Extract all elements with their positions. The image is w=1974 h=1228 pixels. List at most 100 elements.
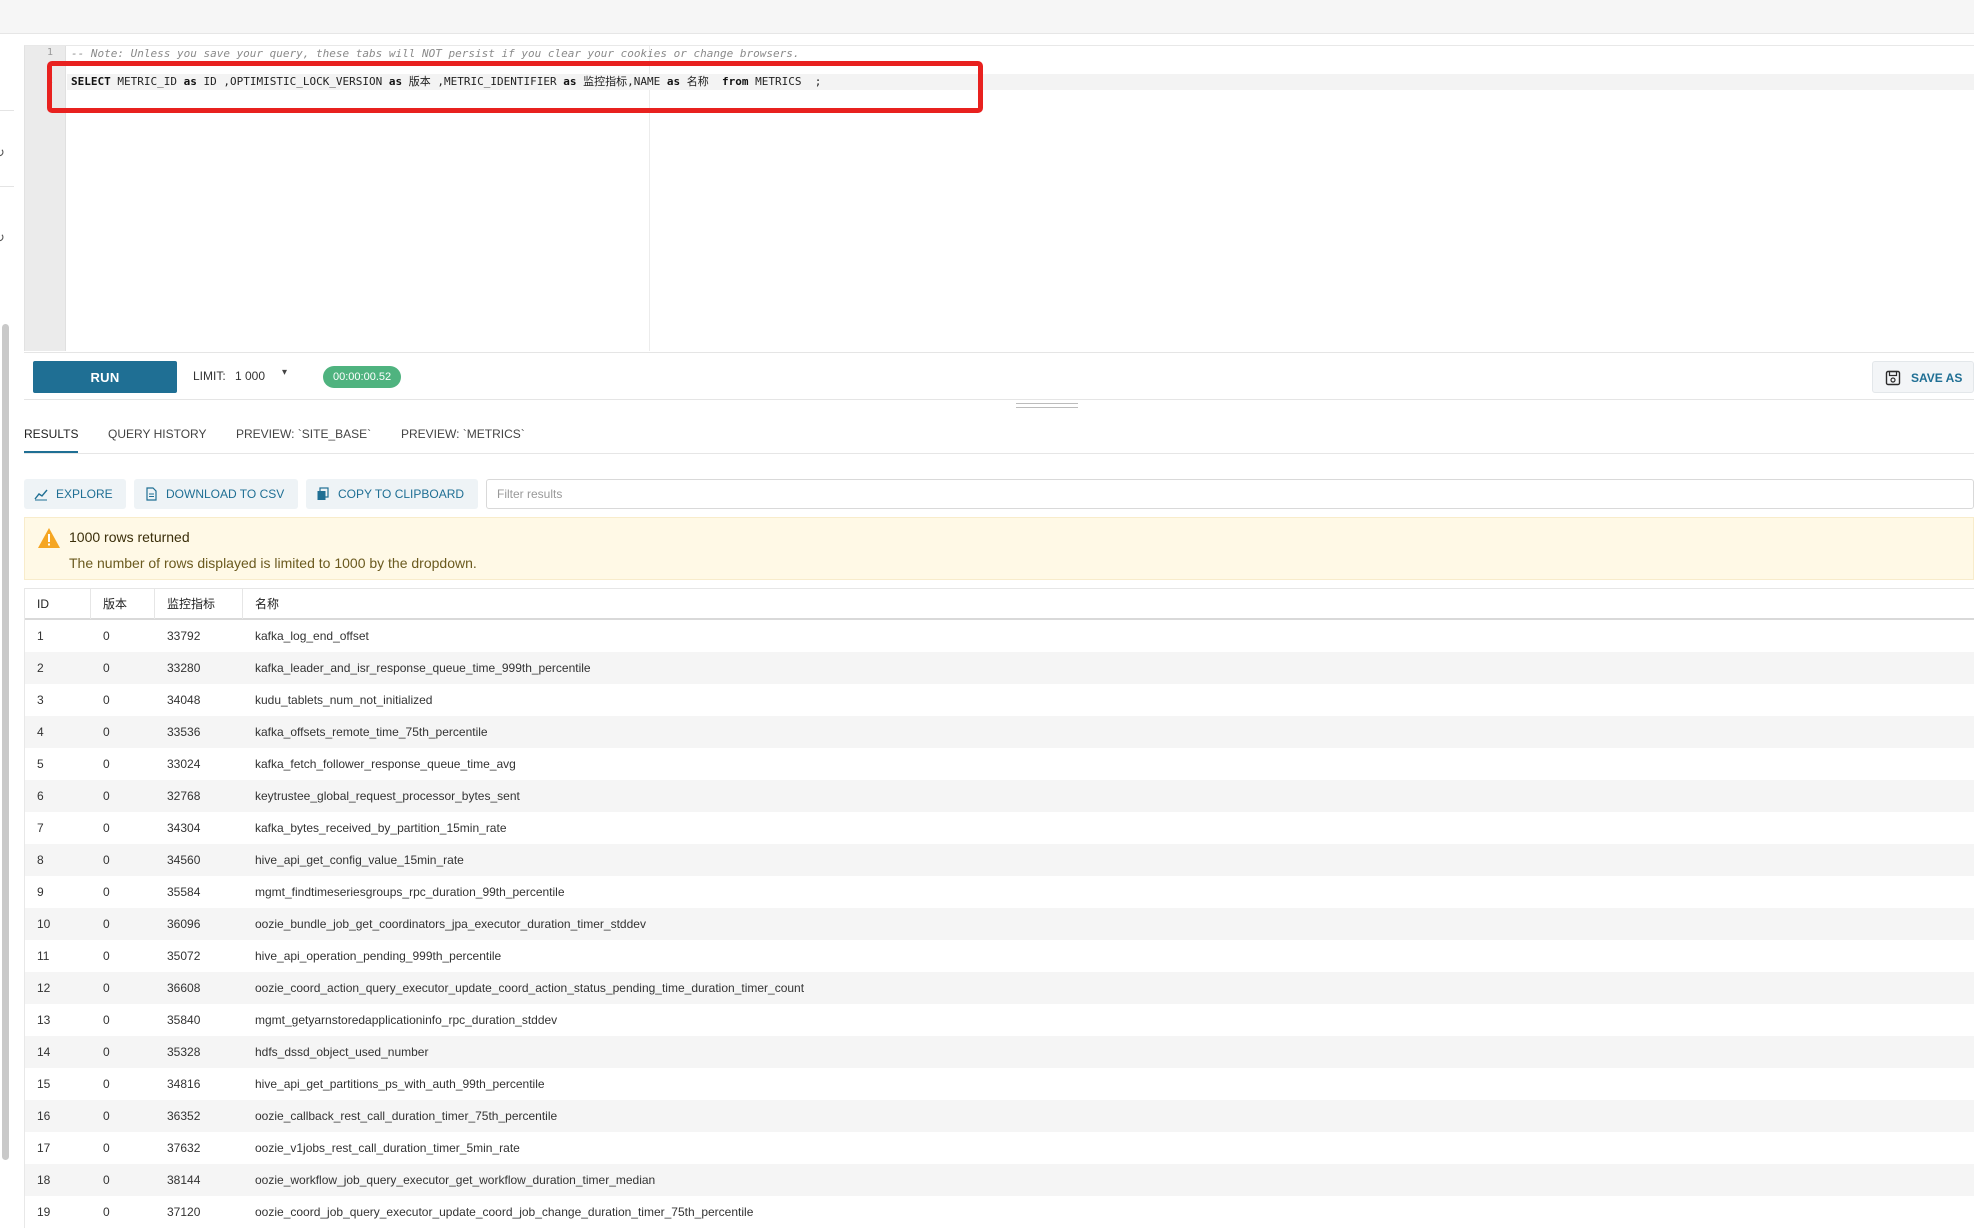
- highlight-annotation-box: [47, 61, 983, 113]
- table-row[interactable]: 3 0 34048 kudu_tablets_num_not_initialized: [25, 684, 1974, 716]
- tab-preview-metrics[interactable]: PREVIEW: `METRICS`: [401, 424, 525, 453]
- cell-id: 4: [37, 725, 44, 739]
- cell-name: hive_api_get_partitions_ps_with_auth_99t…: [255, 1077, 545, 1091]
- download-csv-label: DOWNLOAD TO CSV: [166, 487, 285, 501]
- cell-name: kafka_bytes_received_by_partition_15min_…: [255, 821, 507, 835]
- cell-name: kafka_log_end_offset: [255, 629, 369, 643]
- refresh-icon[interactable]: ↻: [0, 231, 8, 245]
- cell-version: 0: [103, 757, 110, 771]
- copy-to-clipboard-label: COPY TO CLIPBOARD: [338, 487, 465, 501]
- table-row[interactable]: 12 0 36608 oozie_coord_action_query_executo…: [25, 972, 1974, 1004]
- table-row[interactable]: 5 0 33024 kafka_fetch_follower_response_que…: [25, 748, 1974, 780]
- table-row[interactable]: 17 0 37632 oozie_v1jobs_rest_call_duration_…: [25, 1132, 1974, 1164]
- row-limit-alert: 1000 rows returned The number of rows di…: [24, 517, 1974, 580]
- cell-id: 1: [37, 629, 44, 643]
- cell-name: hive_api_get_config_value_15min_rate: [255, 853, 464, 867]
- cell-version: 0: [103, 917, 110, 931]
- cell-version: 0: [103, 1141, 110, 1155]
- column-header-metric[interactable]: 监控指标: [155, 589, 243, 619]
- cell-name: kudu_tablets_num_not_initialized: [255, 693, 433, 707]
- pane-resize-handle[interactable]: [1016, 403, 1078, 408]
- cell-name: kafka_leader_and_isr_response_queue_time…: [255, 661, 591, 675]
- cell-version: 0: [103, 1077, 110, 1091]
- cell-id: 18: [37, 1173, 51, 1187]
- code-line-comment[interactable]: -- Note: Unless you save your query, the…: [71, 46, 1974, 62]
- warning-icon: [38, 528, 60, 548]
- left-scrollbar[interactable]: [2, 324, 9, 1160]
- clipboard-icon: [317, 487, 329, 500]
- cell-version: 0: [103, 853, 110, 867]
- table-row[interactable]: 13 0 35840 mgmt_getyarnstoredapplicationinf…: [25, 1004, 1974, 1036]
- table-row[interactable]: 15 0 34816 hive_api_get_partitions_ps_with_…: [25, 1068, 1974, 1100]
- filter-results-input[interactable]: [486, 479, 1974, 509]
- cell-id: 12: [37, 981, 51, 995]
- explore-button[interactable]: EXPLORE: [24, 479, 126, 509]
- cell-version: 0: [103, 629, 110, 643]
- table-row[interactable]: 2 0 33280 kafka_leader_and_isr_response_que…: [25, 652, 1974, 684]
- cell-name: oozie_workflow_job_query_executor_get_wo…: [255, 1173, 656, 1187]
- rail-divider: [0, 186, 14, 187]
- column-header-name[interactable]: 名称: [243, 589, 1974, 619]
- cell-name: mgmt_getyarnstoredapplicationinfo_rpc_du…: [255, 1013, 558, 1027]
- cell-metric: 33536: [167, 725, 201, 739]
- cell-id: 10: [37, 917, 51, 931]
- table-row[interactable]: 4 0 33536 kafka_offsets_remote_time_75th_pe…: [25, 716, 1974, 748]
- table-row[interactable]: 11 0 35072 hive_api_operation_pending_999th…: [25, 940, 1974, 972]
- table-row[interactable]: 14 0 35328 hdfs_dssd_object_used_number: [25, 1036, 1974, 1068]
- table-row[interactable]: 1 0 33792 kafka_log_end_offset: [25, 620, 1974, 652]
- query-toolbar: RUN LIMIT: 1 000 ▾ 00:00:00.52 SAVE AS: [24, 352, 1974, 400]
- cell-id: 14: [37, 1045, 51, 1059]
- chevron-down-icon[interactable]: ▾: [282, 367, 287, 378]
- cell-metric: 33024: [167, 757, 201, 771]
- refresh-icon[interactable]: ↻: [0, 146, 8, 160]
- tab-preview-site-base[interactable]: PREVIEW: `SITE_BASE`: [236, 424, 371, 453]
- table-row[interactable]: 7 0 34304 kafka_bytes_received_by_partition…: [25, 812, 1974, 844]
- cell-metric: 33280: [167, 661, 201, 675]
- cell-metric: 35328: [167, 1045, 201, 1059]
- cell-metric: 37120: [167, 1205, 201, 1219]
- file-icon: [146, 487, 157, 501]
- cell-id: 15: [37, 1077, 51, 1091]
- table-row[interactable]: 8 0 34560 hive_api_get_config_value_15min_r…: [25, 844, 1974, 876]
- column-header-id[interactable]: ID: [25, 589, 91, 619]
- copy-to-clipboard-button[interactable]: COPY TO CLIPBOARD: [306, 479, 478, 509]
- cell-id: 13: [37, 1013, 51, 1027]
- tab-results[interactable]: RESULTS: [24, 424, 79, 453]
- column-header-version[interactable]: 版本: [91, 589, 155, 619]
- cell-id: 9: [37, 885, 44, 899]
- table-row[interactable]: 6 0 32768 keytrustee_global_request_process…: [25, 780, 1974, 812]
- limit-select-value[interactable]: 1 000: [235, 369, 265, 383]
- cell-id: 11: [37, 949, 50, 963]
- cell-version: 0: [103, 1173, 110, 1187]
- cell-version: 0: [103, 1205, 110, 1219]
- cell-name: hdfs_dssd_object_used_number: [255, 1045, 429, 1059]
- table-row[interactable]: 9 0 35584 mgmt_findtimeseriesgroups_rpc_dur…: [25, 876, 1974, 908]
- cell-metric: 38144: [167, 1173, 201, 1187]
- tab-query-history[interactable]: QUERY HISTORY: [108, 424, 206, 453]
- cell-id: 17: [37, 1141, 51, 1155]
- download-csv-button[interactable]: DOWNLOAD TO CSV: [134, 479, 298, 509]
- sql-editor[interactable]: 1 2 -- Note: Unless you save your query,…: [24, 45, 1974, 351]
- cell-metric: 36608: [167, 981, 201, 995]
- table-row[interactable]: 19 0 37120 oozie_coord_job_query_executor_u…: [25, 1196, 1974, 1228]
- cell-metric: 34816: [167, 1077, 201, 1091]
- line-number: 1: [46, 47, 53, 58]
- cell-version: 0: [103, 1013, 110, 1027]
- cell-metric: 35840: [167, 1013, 201, 1027]
- cell-metric: 35584: [167, 885, 201, 899]
- table-row[interactable]: 10 0 36096 oozie_bundle_job_get_coordinator…: [25, 908, 1974, 940]
- cell-metric: 36096: [167, 917, 201, 931]
- table-row[interactable]: 18 0 38144 oozie_workflow_job_query_executo…: [25, 1164, 1974, 1196]
- cell-metric: 33792: [167, 629, 201, 643]
- save-as-button[interactable]: SAVE AS: [1872, 361, 1974, 393]
- cell-id: 7: [37, 821, 44, 835]
- run-button[interactable]: RUN: [33, 361, 177, 393]
- rail-divider: [0, 110, 14, 111]
- table-row[interactable]: 16 0 36352 oozie_callback_rest_call_duratio…: [25, 1100, 1974, 1132]
- cell-name: mgmt_findtimeseriesgroups_rpc_duration_9…: [255, 885, 565, 899]
- cell-name: kafka_fetch_follower_response_queue_time…: [255, 757, 516, 771]
- cell-name: oozie_coord_job_query_executor_update_co…: [255, 1205, 754, 1219]
- cell-version: 0: [103, 949, 110, 963]
- cell-id: 19: [37, 1205, 51, 1219]
- cell-metric: 34048: [167, 693, 201, 707]
